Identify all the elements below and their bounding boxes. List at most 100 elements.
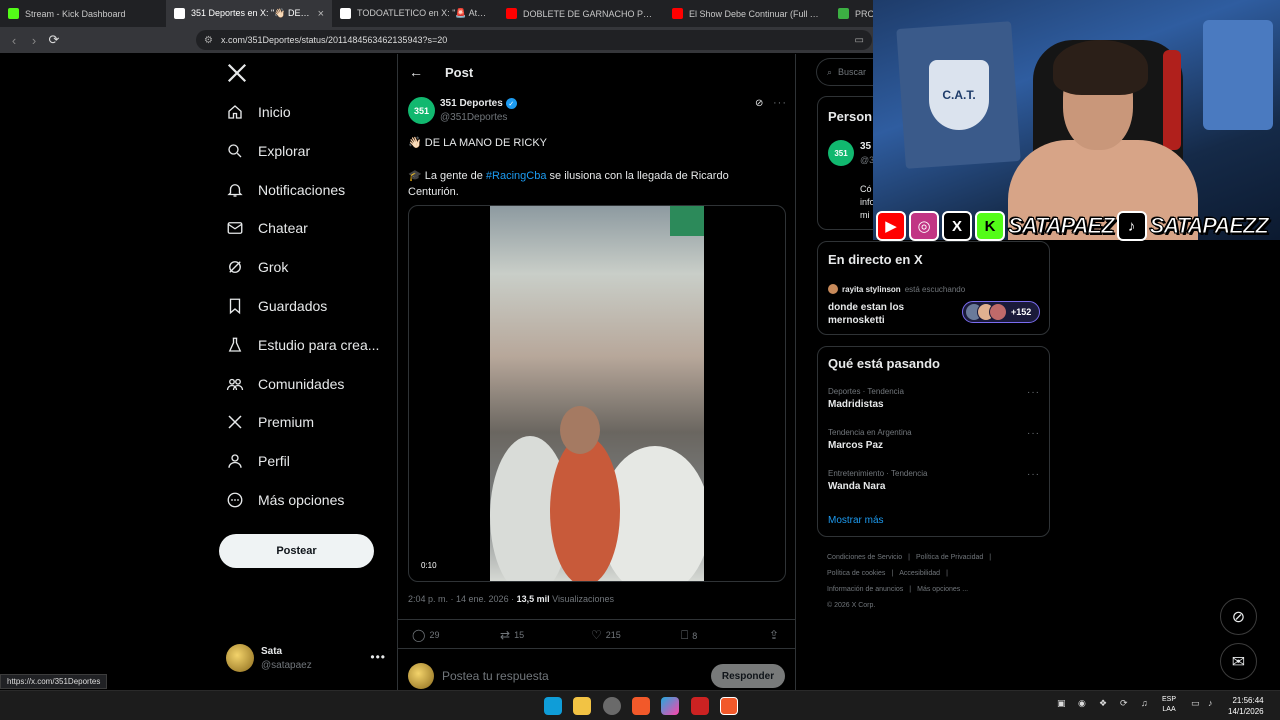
post-time[interactable]: 2:04 p. m. · 14 ene. 2026 · xyxy=(408,594,517,604)
reply-button[interactable]: Responder xyxy=(711,664,785,688)
nav-item-label: Grok xyxy=(258,259,289,276)
tray-app-icon[interactable]: ❖ xyxy=(1099,698,1107,709)
brave-icon[interactable] xyxy=(632,697,650,715)
live-spaces-card[interactable]: En directo en X rayita stylinson está esc… xyxy=(817,241,1050,335)
like-action[interactable]: ♡ 215 xyxy=(591,628,621,642)
nav-item-comunidades[interactable]: Comunidades xyxy=(226,369,344,399)
post-button[interactable]: Postear xyxy=(219,534,374,568)
nav-item-chatear[interactable]: Chatear xyxy=(226,213,308,243)
browser-tab[interactable]: Stream - Kick Dashboard xyxy=(0,0,166,27)
person-name[interactable]: 35 xyxy=(860,141,871,152)
trend-context: Tendencia en Argentina xyxy=(828,428,912,437)
footer-link[interactable]: Política de cookies xyxy=(827,570,885,577)
more-icon[interactable]: ••• xyxy=(370,650,386,664)
reply-input[interactable]: Postea tu respuesta xyxy=(442,669,549,683)
system-clock[interactable]: 21:56:44 14/1/2026 xyxy=(1228,695,1264,717)
nav-item-inicio[interactable]: Inicio xyxy=(226,97,291,127)
footer-link[interactable]: Información de anuncios xyxy=(827,586,903,593)
cast-icon[interactable]: ▭ xyxy=(855,35,864,46)
clock-time: 21:56:44 xyxy=(1232,696,1264,705)
url-field[interactable]: ⚙ x.com/351Deportes/status/2011484563462… xyxy=(196,30,872,50)
heart-icon: ♡ xyxy=(591,628,602,642)
author-avatar[interactable]: 351 xyxy=(408,97,435,124)
nav-item-perfil[interactable]: Perfil xyxy=(226,446,290,476)
forward-nav-icon[interactable]: › xyxy=(24,33,44,48)
browser-tab[interactable]: 351 Deportes en X: "👋🏻 DE LA M × xyxy=(166,0,332,27)
tiktok-icon: ♪ xyxy=(1116,211,1147,241)
avatar xyxy=(408,663,434,689)
file-explorer-icon[interactable] xyxy=(573,697,591,715)
obs-icon[interactable] xyxy=(603,697,621,715)
grok-fab-icon[interactable]: ⊘ xyxy=(1220,598,1257,635)
footer-link[interactable]: Más opciones ... xyxy=(917,586,968,593)
nav-item-guardados[interactable]: Guardados xyxy=(226,291,327,321)
nav-item-premium[interactable]: Premium xyxy=(226,407,314,437)
post-more-icon[interactable]: ··· xyxy=(773,97,787,109)
footer-link[interactable]: Política de Privacidad xyxy=(916,554,983,561)
grok-explain-icon[interactable]: ⊘ xyxy=(755,98,763,109)
browser-tab[interactable]: TODOATLETICO en X: "🚨 Atención xyxy=(332,0,498,27)
like-count: 215 xyxy=(605,630,621,640)
site-settings-icon[interactable]: ⚙ xyxy=(204,35,213,46)
nav-item-label: Más opciones xyxy=(258,492,345,508)
tray-obs-icon[interactable]: ◉ xyxy=(1078,698,1086,709)
footer-separator: | xyxy=(989,554,992,561)
reload-icon[interactable]: ⟳ xyxy=(44,32,64,48)
tab-title: El Show Debe Continuar (Full Album) xyxy=(689,8,822,19)
repost-action[interactable]: ⇄ 15 xyxy=(500,628,524,642)
footer-link[interactable]: Condiciones de Servicio xyxy=(827,554,902,561)
back-nav-icon[interactable]: ‹ xyxy=(4,33,24,48)
account-switcher[interactable]: Sata @satapaez ••• xyxy=(226,644,386,674)
x-logo-icon xyxy=(228,415,242,429)
x-logo-icon: X xyxy=(942,211,972,241)
listeners-count: +152 xyxy=(1011,307,1032,317)
nav-item-grok[interactable]: Grok xyxy=(226,252,288,282)
tray-app-icon[interactable]: ⟳ xyxy=(1120,698,1128,709)
brave-active-icon[interactable] xyxy=(720,697,738,715)
listeners-pill[interactable]: +152 xyxy=(962,301,1040,323)
x-logo-icon[interactable] xyxy=(226,62,248,84)
nav-item-estudio-para-crea[interactable]: Estudio para crea... xyxy=(226,330,379,360)
footer-links: Condiciones de Servicio | Política de Priv… xyxy=(827,550,1037,614)
footer-link[interactable]: © 2026 X Corp. xyxy=(827,602,875,609)
trend-more-icon[interactable]: ··· xyxy=(1027,387,1040,398)
show-more-link[interactable]: Mostrar más xyxy=(828,515,884,526)
bookmark-action[interactable]: ⎕ 8 xyxy=(681,628,697,643)
post-meta: 2:04 p. m. · 14 ene. 2026 · 13,5 mil Vis… xyxy=(408,594,614,604)
windows-start-icon[interactable] xyxy=(544,697,562,715)
messages-fab-icon[interactable]: ✉ xyxy=(1220,643,1257,680)
back-arrow-icon[interactable]: ← xyxy=(409,64,423,80)
trend-item[interactable]: Entretenimiento · Tendencia Wanda Nara ··· xyxy=(828,469,1040,492)
nav-item-más-opciones[interactable]: Más opciones xyxy=(226,485,344,515)
reply-action[interactable]: ◯ 29 xyxy=(412,628,439,642)
nav-item-notificaciones[interactable]: Notificaciones xyxy=(226,175,345,205)
browser-tab[interactable]: DOBLETE DE GARNACHO PERO LA P xyxy=(498,0,664,27)
club-shield-logo: C.A.T. xyxy=(929,60,989,130)
author-handle[interactable]: @351Deportes xyxy=(440,112,507,123)
network-icon[interactable]: ▭ xyxy=(1191,698,1200,709)
trend-item[interactable]: Tendencia en Argentina Marcos Paz ··· xyxy=(828,428,1040,451)
footer-separator: | xyxy=(946,570,948,577)
video-player[interactable]: 0:10 xyxy=(408,205,786,582)
close-tab-icon[interactable]: × xyxy=(318,8,324,20)
tab-favicon-icon xyxy=(174,8,185,19)
copilot-icon[interactable] xyxy=(661,697,679,715)
trend-more-icon[interactable]: ··· xyxy=(1027,469,1040,480)
trend-item[interactable]: Deportes · Tendencia Madridistas ··· xyxy=(828,387,1040,410)
tray-app-icon[interactable]: ▣ xyxy=(1057,698,1066,709)
person-avatar[interactable]: 351 xyxy=(828,140,854,166)
tab-favicon-icon xyxy=(672,8,683,19)
nav-item-explorar[interactable]: Explorar xyxy=(226,136,310,166)
trend-name: Marcos Paz xyxy=(828,440,884,451)
language-indicator[interactable]: ESP LAA xyxy=(1162,695,1176,715)
footer-link[interactable]: Accesibilidad xyxy=(899,570,940,577)
browser-tab[interactable]: El Show Debe Continuar (Full Album) xyxy=(664,0,830,27)
share-action[interactable]: ⇪ xyxy=(769,628,779,642)
microphone-icon[interactable]: ♫ xyxy=(1141,698,1148,708)
trend-more-icon[interactable]: ··· xyxy=(1027,428,1040,439)
author-name[interactable]: 351 Deportes ✓ xyxy=(440,98,517,109)
hashtag-link[interactable]: #RacingCba xyxy=(486,170,547,182)
app-icon[interactable] xyxy=(691,697,709,715)
tab-title: DOBLETE DE GARNACHO PERO LA P xyxy=(523,8,656,19)
volume-icon[interactable]: ♪ xyxy=(1208,698,1213,708)
